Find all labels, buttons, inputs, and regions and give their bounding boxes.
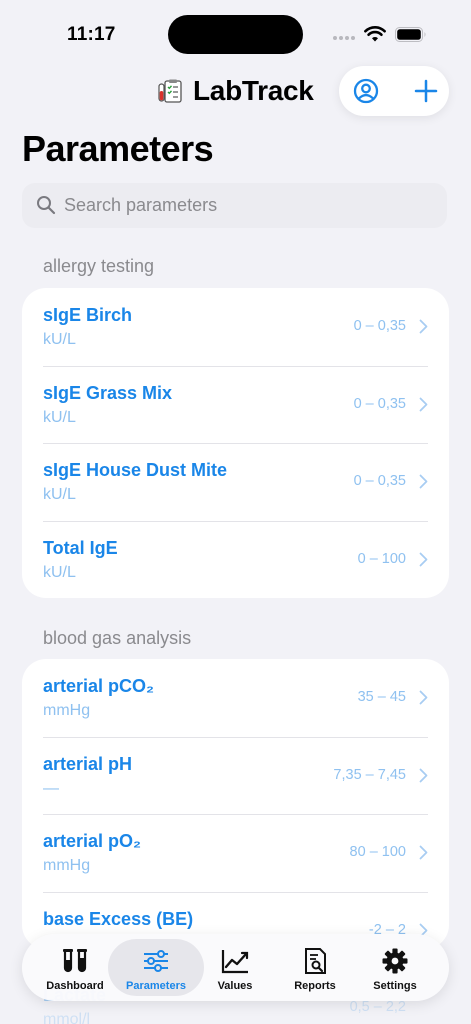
tab-values[interactable]: Values (190, 939, 280, 996)
parameter-row[interactable]: sIgE Grass Mix kU/L 0 – 0,35 (22, 365, 449, 444)
parameter-range: 35 – 45 (357, 689, 406, 705)
tab-label: Dashboard (46, 980, 104, 992)
parameter-name: arterial pCO₂ (43, 676, 155, 696)
parameter-unit: kU/L (43, 563, 76, 581)
parameter-row[interactable]: sIgE Birch kU/L 0 – 0,35 (22, 288, 449, 366)
tab-label: Settings (373, 980, 417, 992)
parameter-name: Total IgE (43, 537, 118, 558)
chevron-right-icon (419, 845, 428, 860)
battery-icon (395, 27, 426, 42)
chevron-right-icon (419, 552, 428, 566)
parameter-unit: mmol/l (43, 1011, 91, 1024)
parameter-name: arterial pO₂ (43, 831, 142, 851)
parameter-unit: — (43, 779, 59, 797)
line-chart-icon (221, 950, 249, 974)
parameter-range: 0 – 100 (357, 550, 406, 567)
parameter-unit: kU/L (43, 408, 76, 426)
tab-settings[interactable]: Settings (350, 939, 440, 996)
lab-report-icon (158, 79, 182, 103)
parameter-unit: mmHg (43, 857, 91, 874)
parameter-row[interactable]: arterial pH — 7,35 – 7,45 (22, 736, 449, 815)
profile-button[interactable] (353, 78, 379, 104)
wifi-icon (364, 26, 386, 42)
nav-actions (339, 66, 449, 116)
parameter-row[interactable]: Total IgE kU/L 0 – 100 (22, 520, 449, 599)
dynamic-island (168, 15, 303, 54)
parameter-name: sIgE Grass Mix (43, 382, 173, 403)
app-brand: LabTrack (157, 72, 314, 110)
parameter-unit: kU/L (43, 331, 76, 348)
chevron-right-icon (419, 474, 428, 489)
test-tubes-icon (63, 949, 87, 973)
parameter-range: 80 – 100 (349, 844, 406, 860)
parameter-range: 0 – 0,35 (353, 318, 406, 334)
tab-dashboard[interactable]: Dashboard (30, 939, 120, 996)
chevron-right-icon (419, 319, 428, 334)
status-time: 11:17 (67, 24, 116, 45)
tab-label: Reports (294, 980, 336, 992)
section-header-allergy-testing: allergy testing (43, 256, 155, 276)
parameter-unit: kU/L (43, 486, 76, 503)
sliders-icon (144, 950, 168, 972)
parameter-name: arterial pH (43, 753, 133, 774)
chevron-right-icon (419, 397, 428, 411)
parameter-unit: mmHg (43, 702, 91, 719)
page-title: Parameters (22, 128, 214, 169)
section-header-blood-gas-analysis: blood gas analysis (43, 628, 192, 648)
parameter-range: 0 – 0,35 (353, 473, 406, 489)
parameter-name: base Excess (BE) (43, 908, 194, 929)
chevron-right-icon (419, 768, 428, 782)
parameter-range: 0,5 – 2,2 (349, 999, 406, 1015)
parameter-name: sIgE House Dust Mite (43, 460, 228, 480)
add-button[interactable] (413, 78, 439, 104)
document-search-icon (305, 948, 326, 974)
tab-label: Values (217, 980, 253, 992)
chevron-right-icon (419, 690, 428, 705)
search-bar[interactable] (22, 183, 447, 228)
parameter-row[interactable]: arterial pCO₂ mmHg 35 – 45 (22, 659, 449, 737)
gear-icon (382, 948, 408, 974)
parameter-name: sIgE Birch (43, 305, 133, 325)
app-title: LabTrack (193, 75, 314, 106)
status-bar: 11:17 (0, 0, 471, 70)
search-input[interactable] (64, 183, 434, 228)
parameter-list-blood-gas-analysis: arterial pCO₂ mmHg 35 – 45 arterial pH —… (22, 659, 449, 949)
search-icon (37, 196, 56, 215)
parameter-range: 7,35 – 7,45 (333, 766, 406, 783)
tab-reports[interactable]: Reports (270, 939, 360, 996)
parameter-row[interactable]: arterial pO₂ mmHg 80 – 100 (22, 814, 449, 892)
parameter-row[interactable]: sIgE House Dust Mite kU/L 0 – 0,35 (22, 443, 449, 521)
tab-bar: Dashboard Parameters Values Reports Sett… (22, 934, 449, 1001)
parameter-range: 0 – 0,35 (353, 395, 406, 412)
cellular-signal-icon (333, 36, 357, 42)
parameter-list-allergy-testing: sIgE Birch kU/L 0 – 0,35 sIgE Grass Mix … (22, 288, 449, 598)
